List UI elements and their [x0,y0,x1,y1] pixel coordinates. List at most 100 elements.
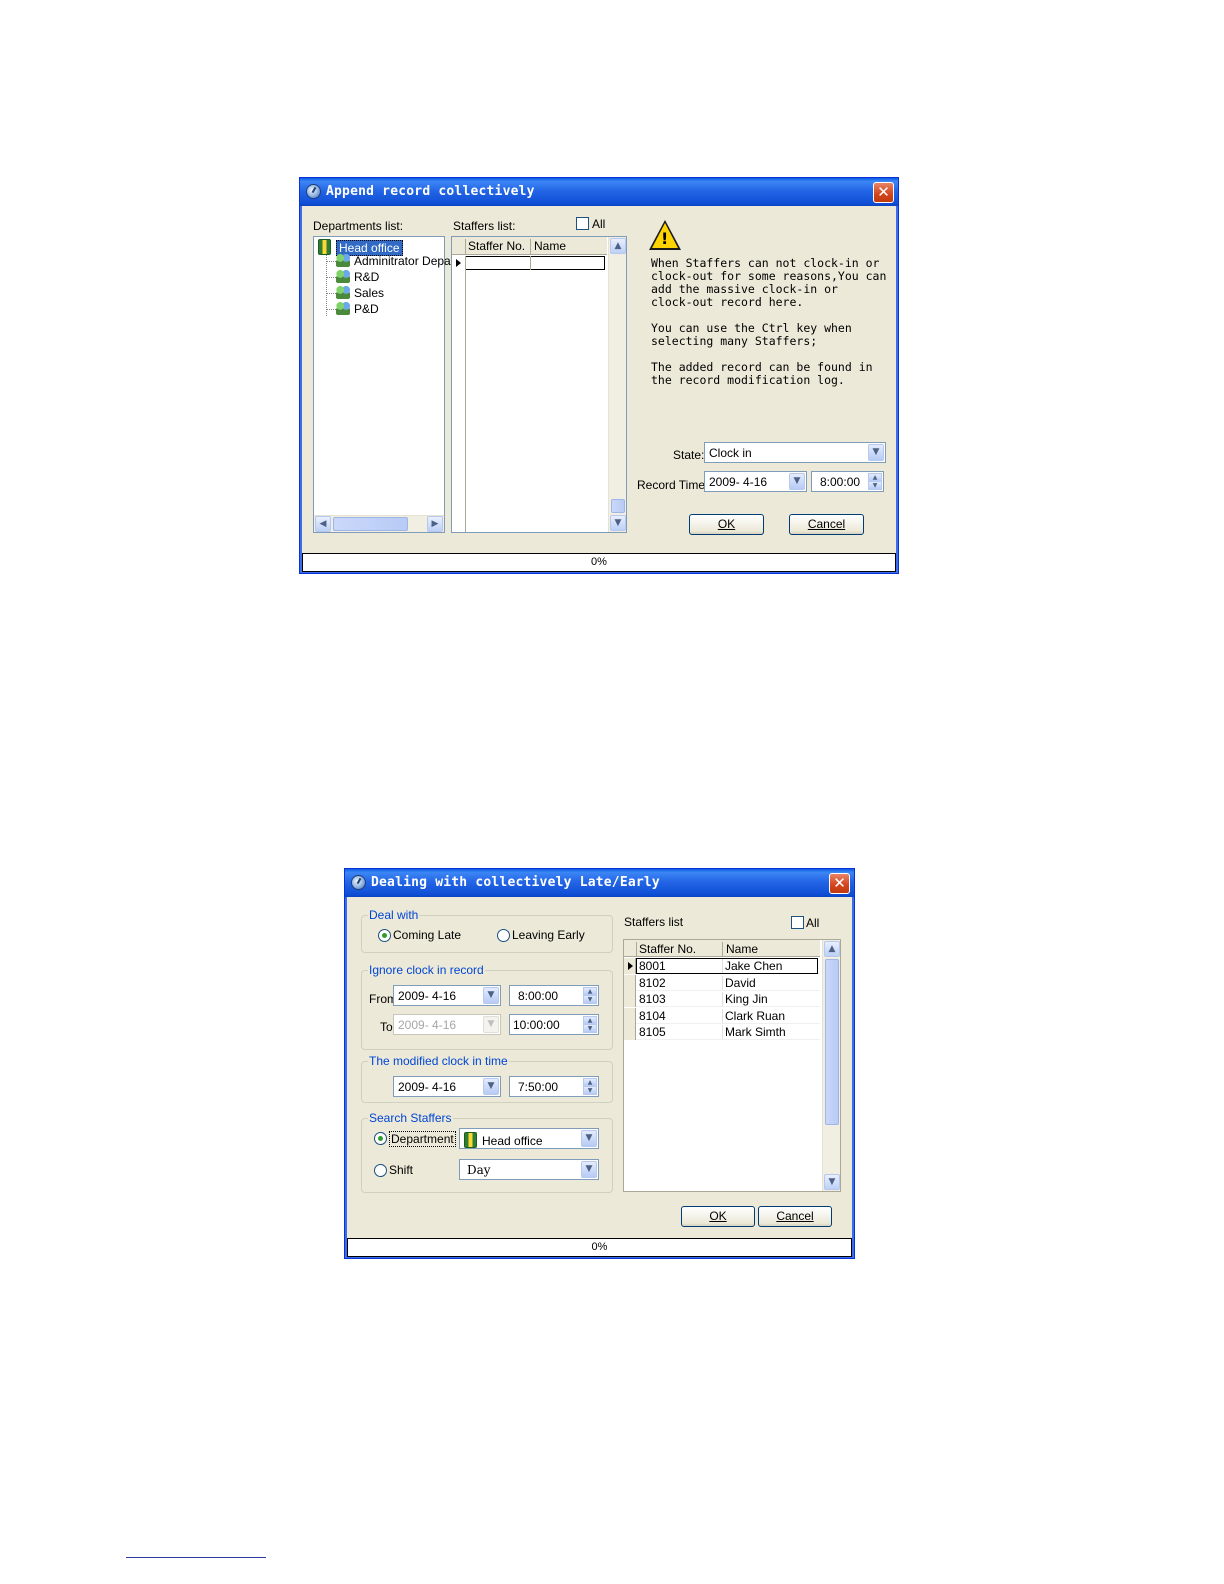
table-row[interactable]: 8105 Mark Simth [624,1024,820,1040]
coming-late-label[interactable]: Coming Late [393,928,461,942]
table-row[interactable]: 8102 David [624,974,820,991]
chevron-down-icon[interactable]: ▼ [483,987,499,1004]
staffers-grid[interactable]: Staffer No. Name ▲ ▼ [451,236,627,533]
column-staffer-no[interactable]: Staffer No. [639,942,696,956]
chevron-up-icon: ▲ [614,241,622,251]
scroll-up-button[interactable]: ▲ [610,238,626,254]
scroll-down-button[interactable]: ▼ [610,515,626,531]
record-time-value: 8:00:00 [820,475,861,489]
shift-radio[interactable] [374,1164,387,1177]
tree-branch [326,293,336,294]
ok-button[interactable]: OK [689,514,764,535]
from-date-picker[interactable]: 2009- 4-16 ▼ [393,985,501,1006]
close-button[interactable]: ✕ [829,873,850,894]
department-radio[interactable] [374,1132,387,1145]
department-select[interactable]: Head office ▼ [459,1128,599,1149]
empty-grid-row[interactable] [465,256,605,270]
title-bar[interactable]: Append record collectively ✕ [300,178,898,206]
progress-bar: 0% [347,1238,852,1257]
horizontal-scrollbar[interactable]: ◀ ▶ [314,515,444,532]
chevron-up-icon: ▲ [828,944,836,954]
column-name[interactable]: Name [534,239,566,253]
to-date-picker: 2009- 4-16 ▼ [393,1014,501,1035]
scroll-right-button[interactable]: ▶ [427,516,443,532]
chevron-left-icon: ◀ [319,519,327,529]
selected-cell [636,958,818,974]
row-indicator-icon [456,259,461,267]
column-separator [722,942,723,956]
scroll-thumb[interactable] [825,959,839,1125]
cell-staffer-no: 8103 [639,992,666,1006]
row-header[interactable] [624,1007,636,1024]
vertical-scrollbar[interactable]: ▲ ▼ [608,237,626,532]
leaving-early-radio[interactable] [497,929,510,942]
from-time-spinner[interactable]: 8:00:00 ▲ ▼ [509,985,599,1006]
coming-late-radio[interactable] [378,929,391,942]
tree-item-head-office[interactable]: Head office [318,239,403,256]
row-header[interactable] [624,974,636,991]
dialog-title: Dealing with collectively Late/Early [371,875,660,890]
chevron-down-icon[interactable]: ▼ [789,473,805,490]
department-radio-label[interactable]: Department [389,1131,456,1147]
scroll-down-button[interactable]: ▼ [824,1174,840,1190]
cell-name: Clark Ruan [725,1008,786,1023]
record-time-spinner[interactable]: 8:00:00 ▲ ▼ [811,471,884,492]
tree-item-department[interactable]: P&D [336,302,379,317]
all-checkbox[interactable] [576,217,589,230]
close-button[interactable]: ✕ [873,182,894,203]
shift-radio-label[interactable]: Shift [389,1163,413,1177]
spin-down-icon[interactable]: ▼ [583,995,597,1004]
leaving-early-label[interactable]: Leaving Early [512,928,585,942]
cancel-button[interactable]: Cancel [789,514,864,535]
scroll-thumb[interactable] [333,517,408,531]
tree-item-department[interactable]: R&D [336,270,379,285]
state-select[interactable]: Clock in ▼ [704,442,886,463]
column-staffer-no[interactable]: Staffer No. [468,239,525,253]
deal-with-title: Deal with [368,908,420,922]
ok-button[interactable]: OK [681,1206,755,1227]
ignore-clock-title: Ignore clock in record [368,963,485,977]
modified-date-picker[interactable]: 2009- 4-16 ▼ [393,1076,501,1097]
spin-down-icon[interactable]: ▼ [583,1086,597,1095]
cell-name: David [725,975,756,990]
row-header[interactable] [624,991,636,1007]
table-row[interactable]: 8001 Jake Chen [624,958,820,974]
spin-down-icon[interactable]: ▼ [583,1024,597,1033]
to-time-spinner[interactable]: 10:00:00 ▲ ▼ [509,1014,599,1035]
progress-text: 0% [591,1241,608,1253]
building-icon [318,239,331,255]
record-date-value: 2009- 4-16 [709,475,768,489]
column-separator [722,992,723,1006]
scroll-left-button[interactable]: ◀ [315,516,331,532]
title-bar[interactable]: Dealing with collectively Late/Early ✕ [345,869,854,897]
record-date-picker[interactable]: 2009- 4-16 ▼ [704,471,807,492]
table-row[interactable]: 8103 King Jin [624,991,820,1007]
chevron-down-icon: ▼ [828,1177,836,1187]
column-separator [722,1025,723,1039]
cancel-button[interactable]: Cancel [758,1206,832,1227]
spin-down-icon[interactable]: ▼ [868,481,882,490]
chevron-down-icon[interactable]: ▼ [581,1161,597,1178]
vertical-scrollbar[interactable]: ▲ ▼ [822,940,840,1191]
staffers-grid[interactable]: Staffer No. Name 8001 Jake Chen 8102 David 8… [623,939,841,1192]
departments-tree[interactable]: Head office Adminitrator Depar R&D Sales… [313,236,455,533]
table-row[interactable]: 8104 Clark Ruan [624,1007,820,1024]
all-checkbox[interactable] [791,916,804,929]
cell-staffer-no: 8104 [639,1008,666,1023]
scroll-thumb[interactable] [611,499,625,513]
modified-time-spinner[interactable]: 7:50:00 ▲ ▼ [509,1076,599,1097]
tree-item-department[interactable]: Adminitrator Depar [336,254,455,269]
shift-select[interactable]: Day ▼ [459,1159,599,1180]
tree-item-department[interactable]: Sales [336,286,384,301]
departments-label: Departments list: [313,219,404,233]
chevron-down-icon[interactable]: ▼ [868,444,884,461]
row-header[interactable] [624,1024,636,1040]
cancel-label: Cancel [807,517,846,531]
column-name[interactable]: Name [726,942,758,956]
chevron-down-icon[interactable]: ▼ [483,1078,499,1095]
group-icon [336,286,350,299]
tree-branch [326,261,336,262]
chevron-down-icon[interactable]: ▼ [581,1130,597,1147]
scroll-up-button[interactable]: ▲ [824,941,840,957]
staffers-label: Staffers list: [453,219,516,233]
